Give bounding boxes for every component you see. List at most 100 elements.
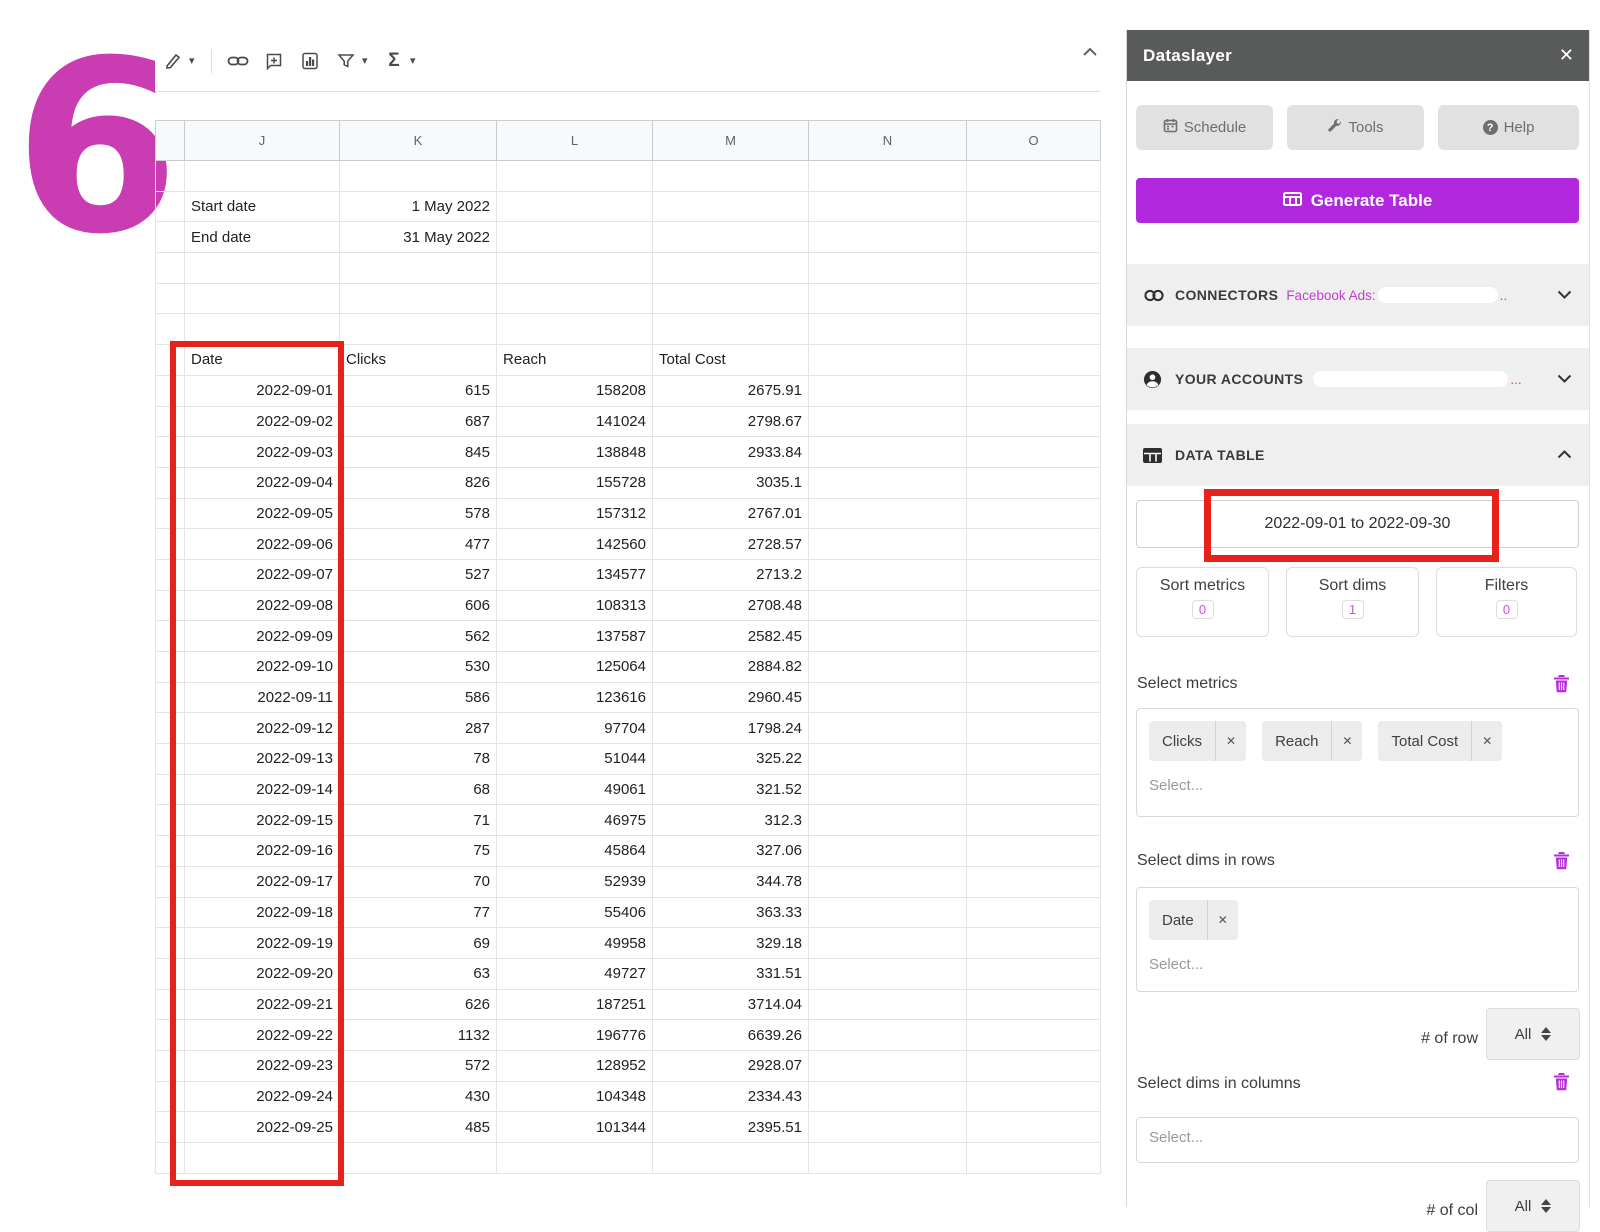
cell[interactable] — [967, 958, 1101, 989]
cell[interactable] — [156, 774, 185, 805]
cell[interactable]: 2022-09-10 — [185, 652, 340, 683]
cell[interactable]: 344.78 — [653, 866, 809, 897]
cell[interactable] — [156, 989, 185, 1020]
cell[interactable] — [967, 590, 1101, 621]
trash-icon[interactable] — [1553, 851, 1571, 871]
cell[interactable] — [497, 1143, 653, 1174]
caret-down-icon[interactable]: ▾ — [410, 54, 422, 67]
cell[interactable] — [809, 621, 967, 652]
cell[interactable]: 138848 — [497, 437, 653, 468]
cell[interactable] — [185, 314, 340, 345]
cell[interactable] — [809, 529, 967, 560]
create-filter-icon[interactable] — [333, 48, 359, 74]
cell[interactable]: 45864 — [497, 836, 653, 867]
cell[interactable]: 2933.84 — [653, 437, 809, 468]
cell[interactable] — [156, 805, 185, 836]
metric-chip[interactable]: Date✕ — [1149, 900, 1238, 940]
cell[interactable]: 1798.24 — [653, 713, 809, 744]
cell[interactable]: 2022-09-11 — [185, 682, 340, 713]
cell[interactable] — [809, 866, 967, 897]
cell[interactable] — [809, 253, 967, 284]
cell[interactable] — [156, 437, 185, 468]
tools-button[interactable]: Tools — [1287, 105, 1424, 150]
cell[interactable]: N — [809, 121, 967, 161]
cell[interactable]: 2022-09-23 — [185, 1050, 340, 1081]
sort-metrics-button[interactable]: Sort metrics 0 — [1136, 567, 1269, 637]
cell[interactable] — [809, 559, 967, 590]
chip-remove-icon[interactable]: ✕ — [1471, 721, 1502, 761]
cell[interactable] — [156, 559, 185, 590]
cell[interactable] — [809, 283, 967, 314]
cell[interactable]: J — [185, 121, 340, 161]
cell[interactable] — [809, 222, 967, 253]
cell[interactable]: 485 — [340, 1112, 497, 1143]
cell[interactable]: 2022-09-13 — [185, 744, 340, 775]
cell[interactable]: 128952 — [497, 1050, 653, 1081]
trash-icon[interactable] — [1553, 674, 1571, 694]
cell[interactable]: 97704 — [497, 713, 653, 744]
cell[interactable]: 2022-09-07 — [185, 559, 340, 590]
cell[interactable]: 2022-09-25 — [185, 1112, 340, 1143]
cell[interactable]: 586 — [340, 682, 497, 713]
cell[interactable] — [497, 314, 653, 345]
cell[interactable]: 325.22 — [653, 744, 809, 775]
cell[interactable] — [156, 406, 185, 437]
paint-pen-icon[interactable] — [160, 48, 186, 74]
cell[interactable]: 75 — [340, 836, 497, 867]
cell[interactable] — [809, 989, 967, 1020]
filters-button[interactable]: Filters 0 — [1436, 567, 1577, 637]
schedule-button[interactable]: Schedule — [1136, 105, 1273, 150]
cell[interactable]: 63 — [340, 958, 497, 989]
cell[interactable] — [967, 253, 1101, 284]
cell[interactable] — [156, 1112, 185, 1143]
cell[interactable]: 108313 — [497, 590, 653, 621]
cell[interactable]: 55406 — [497, 897, 653, 928]
collapse-toolbar-icon[interactable] — [1082, 44, 1098, 62]
section-connectors[interactable]: CONNECTORS Facebook Ads: .. — [1127, 264, 1590, 326]
cell[interactable] — [156, 652, 185, 683]
cell[interactable] — [156, 744, 185, 775]
cell[interactable] — [967, 713, 1101, 744]
cell[interactable] — [809, 406, 967, 437]
cell[interactable] — [809, 1050, 967, 1081]
cell[interactable]: 2022-09-12 — [185, 713, 340, 744]
cell[interactable] — [967, 467, 1101, 498]
cell[interactable] — [809, 498, 967, 529]
cell[interactable] — [809, 897, 967, 928]
cell[interactable]: 31 May 2022 — [340, 222, 497, 253]
cell[interactable] — [156, 866, 185, 897]
sidebar-scrollbar-gutter[interactable] — [1589, 30, 1600, 1207]
cell[interactable]: 2728.57 — [653, 529, 809, 560]
cell[interactable] — [967, 866, 1101, 897]
cell[interactable]: 2022-09-02 — [185, 406, 340, 437]
cell[interactable]: 196776 — [497, 1020, 653, 1051]
cell[interactable]: 2022-09-14 — [185, 774, 340, 805]
cell[interactable] — [967, 283, 1101, 314]
cell[interactable]: 1132 — [340, 1020, 497, 1051]
cell[interactable]: 2022-09-19 — [185, 928, 340, 959]
cell[interactable]: 155728 — [497, 467, 653, 498]
cell[interactable] — [156, 345, 185, 376]
cell[interactable]: 826 — [340, 467, 497, 498]
cell[interactable] — [967, 345, 1101, 376]
cell[interactable]: 77 — [340, 897, 497, 928]
cell[interactable] — [967, 314, 1101, 345]
help-button[interactable]: ? Help — [1438, 105, 1579, 150]
section-data-table[interactable]: DATA TABLE — [1127, 424, 1590, 486]
cell[interactable] — [497, 253, 653, 284]
cell[interactable] — [967, 989, 1101, 1020]
cell[interactable]: 687 — [340, 406, 497, 437]
cell[interactable]: 2022-09-21 — [185, 989, 340, 1020]
select-dims-rows-box[interactable]: Date✕ Select... — [1136, 887, 1579, 992]
stepper-arrows-icon[interactable] — [1541, 1027, 1551, 1041]
close-icon[interactable]: ✕ — [1559, 45, 1574, 66]
stepper-arrows-icon[interactable] — [1541, 1199, 1551, 1213]
cell[interactable] — [653, 253, 809, 284]
cell[interactable] — [967, 1020, 1101, 1051]
cell[interactable]: End date — [185, 222, 340, 253]
cell[interactable]: 2960.45 — [653, 682, 809, 713]
cell[interactable] — [809, 836, 967, 867]
cell[interactable]: 49727 — [497, 958, 653, 989]
cell[interactable]: 141024 — [497, 406, 653, 437]
cell[interactable] — [809, 191, 967, 222]
